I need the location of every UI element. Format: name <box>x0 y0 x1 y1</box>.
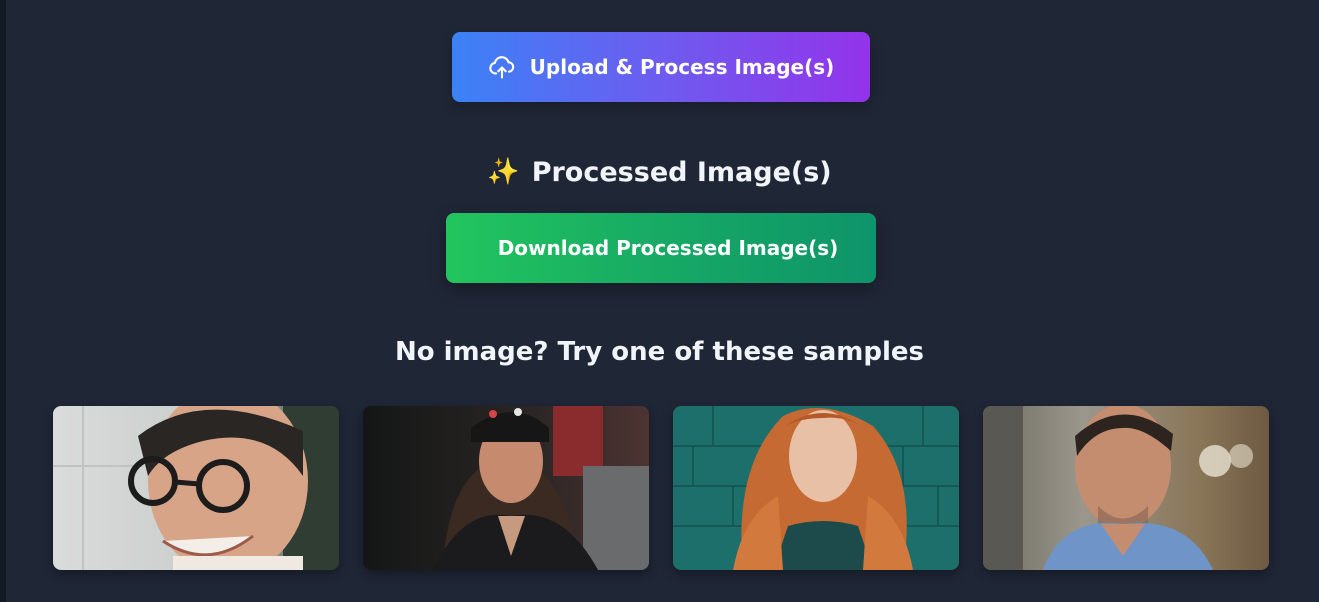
sample-redhead-woman-teal-wall[interactable] <box>673 406 959 570</box>
download-processed-button[interactable]: Download Processed Image(s) <box>446 213 876 283</box>
sample-image-3 <box>673 406 959 570</box>
sample-image-1 <box>53 406 339 570</box>
left-edge-strip <box>0 0 6 602</box>
page: Upload & Process Image(s) ✨ Processed Im… <box>0 0 1319 602</box>
sample-man-blue-shirt[interactable] <box>983 406 1269 570</box>
sample-image-2 <box>363 406 649 570</box>
upload-button-label: Upload & Process Image(s) <box>529 55 835 79</box>
sample-man-glasses-smiling[interactable] <box>53 406 339 570</box>
processed-images-title: Processed Image(s) <box>531 156 832 188</box>
sample-images-row <box>53 406 1269 570</box>
cloud-upload-icon <box>488 53 516 81</box>
processed-images-heading: ✨ Processed Image(s) <box>0 150 1319 194</box>
sparkles-icon: ✨ <box>487 157 520 187</box>
upload-process-button[interactable]: Upload & Process Image(s) <box>452 32 870 102</box>
sample-woman-beanie-leather-jacket[interactable] <box>363 406 649 570</box>
download-button-label: Download Processed Image(s) <box>497 236 839 260</box>
sample-image-4 <box>983 406 1269 570</box>
samples-heading: No image? Try one of these samples <box>394 337 925 367</box>
